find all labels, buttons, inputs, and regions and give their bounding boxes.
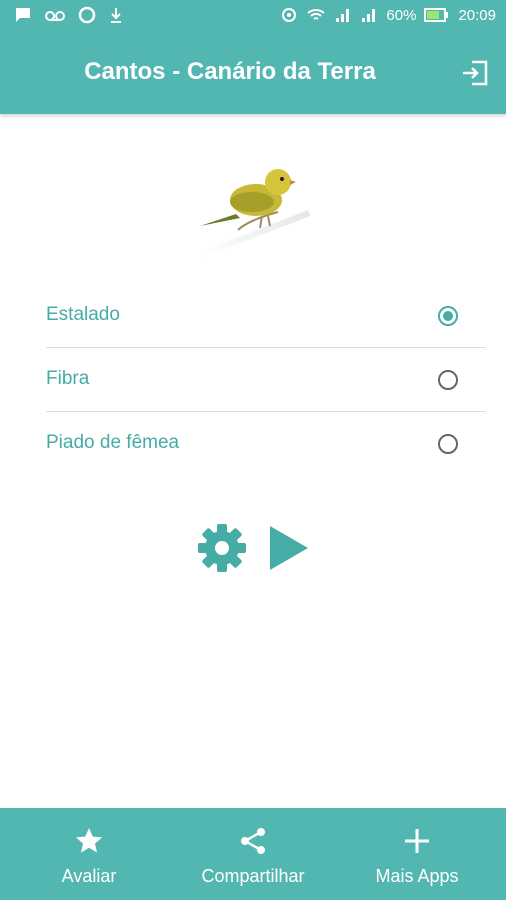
app-title: Cantos - Canário da Terra [84,58,376,85]
message-icon [16,8,30,22]
status-left-icons [14,6,124,24]
star-icon [76,828,102,853]
option-piado-de-femea[interactable]: Piado de fêmea [46,412,486,476]
status-bar: 60% 20:09 [0,0,506,34]
status-right: 60% 20:09 [280,6,496,24]
bird-image [200,169,310,258]
nav-label: Compartilhar [201,866,305,886]
share-icon [241,828,265,854]
option-fibra[interactable]: Fibra [46,348,486,412]
voicemail-icon [45,11,65,21]
sync-icon [282,8,297,22]
bottom-nav: Avaliar Compartilhar Mais Apps [0,808,506,900]
radio-unselected[interactable] [438,370,458,390]
option-label: Fibra [46,368,90,389]
app-bar: Cantos - Canário da Terra [0,34,506,114]
nav-compartilhar[interactable]: Compartilhar [174,808,332,900]
option-label: Piado de fêmea [46,432,180,453]
nav-label: Avaliar [61,866,117,886]
nav-label: Mais Apps [375,866,459,886]
status-time: 20:09 [458,6,496,24]
play-icon[interactable] [268,524,310,572]
battery-percent: 60% [386,6,417,24]
radio-unselected[interactable] [438,434,458,454]
signal-2-icon [362,9,376,22]
nav-mais-apps[interactable]: Mais Apps [338,808,496,900]
download-icon [111,8,121,23]
radio-selected[interactable] [438,306,458,326]
circle-icon [78,6,96,24]
wifi-icon [307,9,326,20]
plus-icon [405,829,429,853]
option-estalado[interactable]: Estalado [46,284,486,348]
playback-controls [196,520,316,576]
signal-icon [336,9,350,22]
nav-avaliar[interactable]: Avaliar [10,808,168,900]
gear-icon[interactable] [196,522,248,574]
battery-icon [424,8,449,22]
option-label: Estalado [46,304,120,325]
exit-icon[interactable] [460,58,490,88]
